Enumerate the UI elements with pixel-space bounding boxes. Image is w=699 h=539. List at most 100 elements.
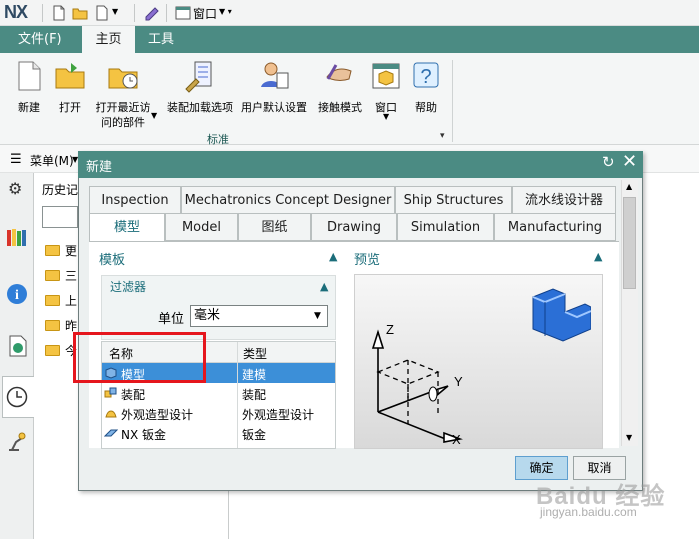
chevron-down-icon[interactable]: ▼ ▾ [219,7,232,16]
tab-drawing-cn[interactable]: 图纸 [238,213,311,241]
tab-line-designer[interactable]: 流水线设计器 [512,186,616,214]
column-divider [237,342,238,448]
close-icon[interactable]: ✕ [622,151,637,172]
template-name: 装配 [121,388,146,402]
axes-preview-icon: Z Y X [371,322,463,446]
menu-button[interactable]: 菜单(M) [30,152,74,169]
tab-mechatronics[interactable]: Mechatronics Concept Designer [181,186,395,214]
folder-icon [45,320,60,331]
column-header-type[interactable]: 类型 [243,345,267,362]
svg-text:i: i [15,288,19,303]
navigator-row[interactable]: 更 [65,242,77,259]
chevron-up-icon[interactable]: ▲ [320,280,328,293]
panel-divider [228,490,229,539]
unit-select[interactable]: 毫米 [190,305,328,327]
robot-arm-icon[interactable] [6,430,28,452]
dialog-title: 新建 [86,160,113,175]
tab-file[interactable]: 文件(F) [8,26,72,53]
new-button-label: 新建 [18,101,40,114]
new-button[interactable]: 新建 [8,57,50,115]
toolbar-separator [134,4,135,22]
x-axis-label: X [452,432,461,446]
scroll-up-icon[interactable]: ▲ [626,182,632,191]
pen-tool-icon[interactable] [144,5,160,21]
info-icon[interactable]: i [6,283,28,305]
folder-icon [45,295,60,306]
touch-hand-icon [326,64,352,81]
navigator-search-input[interactable] [42,206,78,228]
library-books-icon[interactable] [5,226,29,248]
template-type: 建模 [242,368,267,382]
toolbar-separator [42,4,43,22]
web-document-icon[interactable] [8,335,28,357]
open-button[interactable]: 打开 [50,57,90,115]
group-expand-icon[interactable]: ▾ [440,131,445,141]
navigator-row[interactable]: 上 [65,292,77,309]
window-icon[interactable] [175,5,191,21]
chevron-down-icon[interactable]: ▼ [383,112,389,121]
assembly-template-icon [104,387,117,398]
menu-icon[interactable]: ☰ [10,152,22,167]
user-defaults-label: 用户默认设置 [241,101,307,114]
tab-ship-structures[interactable]: Ship Structures [395,186,512,214]
open-folder-icon[interactable] [72,5,88,21]
assembly-load-options-button[interactable]: 装配加载选项 [164,57,236,115]
template-type: 装配 [242,388,267,402]
tab-model-cn[interactable]: 模型 [89,213,165,242]
clock-icon [6,386,28,408]
window-button[interactable]: 窗口 [368,57,404,115]
folder-icon [45,245,60,256]
help-label: 帮助 [415,101,437,114]
template-name: 外观造型设计 [121,408,194,422]
assembly-options-icon [185,61,212,93]
reset-icon[interactable]: ↻ [602,153,615,171]
navigator-row[interactable]: 三 [65,267,77,284]
window-menu-label[interactable]: 窗口 [193,5,217,22]
y-axis-label: Y [454,374,463,389]
template-name: NX 钣金 [121,428,167,442]
tab-home[interactable]: 主页 [82,26,135,53]
folder-icon [45,270,60,281]
new-file-icon[interactable] [51,5,67,21]
tab-tools[interactable]: 工具 [138,26,184,53]
user-settings-icon [261,62,289,89]
navigator-title: 历史记 [42,183,79,197]
scrollbar-thumb[interactable] [623,197,636,289]
tab-model[interactable]: Model [165,213,238,241]
open-recent-button[interactable]: 打开最近访 问的部件 [92,57,154,130]
z-axis-label: Z [386,322,394,337]
template-type: 外观造型设计 [242,408,315,422]
window-cube-icon [372,63,400,89]
highlight-box [73,332,206,383]
svg-text:?: ? [420,66,431,88]
assembly-load-options-label: 装配加载选项 [167,101,233,114]
touch-mode-label: 接触模式 [318,101,362,114]
user-defaults-button[interactable]: 用户默认设置 [238,57,310,115]
app-logo: NX [4,2,28,22]
scroll-down-icon[interactable]: ▼ [626,433,632,442]
help-button[interactable]: ? 帮助 [408,57,444,115]
unit-label: 单位 [158,312,185,327]
gear-icon[interactable]: ⚙ [8,179,22,198]
tab-simulation[interactable]: Simulation [397,213,494,241]
save-icon[interactable] [94,5,110,21]
chevron-down-icon[interactable]: ▼ [112,7,118,16]
tab-manufacturing[interactable]: Manufacturing [494,213,616,241]
tab-drawing[interactable]: Drawing [311,213,397,241]
sheet-metal-icon [104,429,118,437]
folder-icon [45,345,60,356]
new-file-icon [18,61,41,91]
tab-inspection[interactable]: Inspection [89,186,181,214]
chevron-down-icon[interactable]: ▼ [314,306,321,326]
touch-mode-button[interactable]: 接触模式 [314,57,366,115]
open-recent-label: 打开最近访 问的部件 [95,101,151,129]
model-preview-icon [532,288,591,342]
chevron-up-icon[interactable]: ▲ [594,250,602,263]
chevron-down-icon[interactable]: ▼ [151,111,157,120]
templates-section-title: 模板 [99,253,126,268]
dialog-title-bar [78,151,643,178]
shape-studio-icon [105,410,117,418]
filter-section-title: 过滤器 [110,280,147,294]
ribbon-group-separator [452,60,453,142]
chevron-up-icon[interactable]: ▲ [329,250,337,263]
